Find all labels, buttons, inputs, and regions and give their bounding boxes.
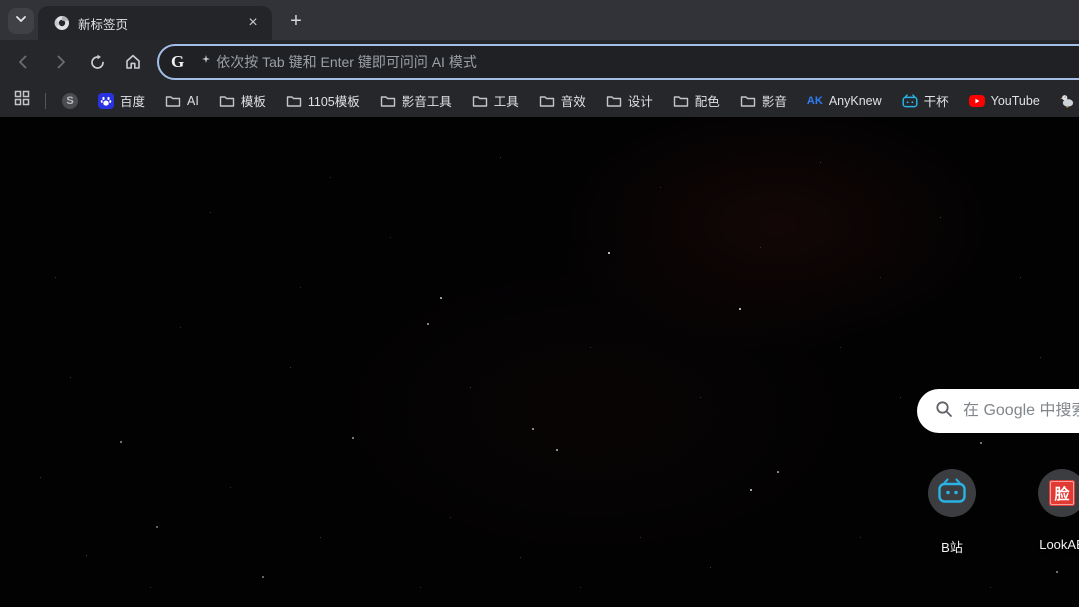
chrome-icon: [54, 15, 70, 31]
bookmark-folder-tools[interactable]: 工具: [465, 88, 526, 113]
lookae-face-icon: 脸: [1049, 480, 1075, 506]
shortcut-tile: [928, 469, 976, 517]
folder-icon: [472, 93, 488, 109]
shortcut-bilibili[interactable]: B站: [907, 469, 997, 556]
browser-window: 新标签页 × + G 依次按 Tab 键和 Ente: [0, 0, 1079, 607]
shortcut-lookae[interactable]: 脸 LookAE: [1017, 469, 1079, 552]
folder-icon: [380, 93, 396, 109]
tab-title: 新标签页: [78, 14, 244, 33]
bookmarks-divider: [45, 93, 46, 109]
site-favicon-icon: S: [62, 93, 78, 109]
youtube-icon: [969, 95, 985, 107]
bookmarks-bar: S 百度 AI 模板 1105模板 影音工具: [0, 84, 1079, 117]
bookmark-folder-sound-fx[interactable]: 音效: [532, 88, 593, 113]
folder-icon: [606, 93, 622, 109]
reload-button[interactable]: [82, 47, 112, 77]
tab-search-button[interactable]: [8, 8, 34, 34]
chevron-down-icon: [15, 12, 27, 30]
bookmark-folder-ai[interactable]: AI: [158, 90, 206, 112]
bilibili-tv-icon: [902, 93, 918, 109]
tab-new-tab-page[interactable]: 新标签页 ×: [38, 6, 272, 40]
folder-icon: [740, 93, 756, 109]
back-icon: [14, 53, 32, 71]
apps-grid-button[interactable]: [8, 86, 36, 115]
reload-icon: [89, 54, 106, 71]
bookmark-youtube[interactable]: YouTube: [962, 91, 1047, 111]
bookmark-folder-color[interactable]: 配色: [666, 88, 727, 113]
omnibox[interactable]: G 依次按 Tab 键和 Enter 键即可问问 AI 模式: [157, 44, 1079, 80]
baidu-icon: [98, 93, 114, 109]
bookmark-bilibili[interactable]: 干杯: [895, 88, 956, 113]
google-search-box[interactable]: [917, 389, 1079, 433]
folder-icon: [165, 93, 181, 109]
google-g-icon: G: [171, 52, 184, 72]
shortcut-tile: 脸: [1038, 469, 1079, 517]
new-tab-page: B站 脸 LookAE: [0, 117, 1079, 607]
bookmark-folder-av[interactable]: 影音: [733, 88, 794, 113]
shortcut-label: LookAE: [1039, 537, 1079, 552]
duck-icon: [1060, 93, 1076, 109]
new-tab-button[interactable]: +: [283, 9, 309, 35]
bilibili-tv-icon: [937, 478, 967, 509]
folder-icon: [219, 93, 235, 109]
bookmark-folder-1105-templates[interactable]: 1105模板: [279, 88, 367, 113]
omnibox-hint-text: 依次按 Tab 键和 Enter 键即可问问 AI 模式: [216, 52, 477, 72]
bookmark-anyknew[interactable]: AK AnyKnew: [800, 90, 889, 112]
forward-button[interactable]: [46, 47, 76, 77]
toolbar: G 依次按 Tab 键和 Enter 键即可问问 AI 模式: [0, 40, 1079, 84]
folder-icon: [539, 93, 555, 109]
apps-grid-icon: [14, 90, 30, 106]
ai-sparkle-icon: [202, 50, 210, 68]
bookmark-baidu[interactable]: 百度: [91, 88, 152, 113]
folder-icon: [673, 93, 689, 109]
bookmark-folder-design[interactable]: 设计: [599, 88, 660, 113]
bookmark-catch-fish[interactable]: 抓鱼: [1053, 88, 1079, 113]
search-icon: [935, 400, 953, 423]
folder-icon: [286, 93, 302, 109]
home-button[interactable]: [118, 47, 148, 77]
close-tab-icon[interactable]: ×: [244, 14, 262, 32]
home-icon: [124, 53, 142, 71]
shortcut-label: B站: [941, 537, 963, 556]
forward-icon: [52, 53, 70, 71]
bookmark-site[interactable]: S: [55, 90, 85, 112]
tab-strip: 新标签页 × +: [0, 0, 1079, 40]
back-button[interactable]: [8, 47, 38, 77]
anyknew-icon: AK: [807, 93, 823, 109]
bookmark-folder-av-tools[interactable]: 影音工具: [373, 88, 459, 113]
search-input[interactable]: [963, 402, 1079, 420]
bookmark-folder-templates[interactable]: 模板: [212, 88, 273, 113]
